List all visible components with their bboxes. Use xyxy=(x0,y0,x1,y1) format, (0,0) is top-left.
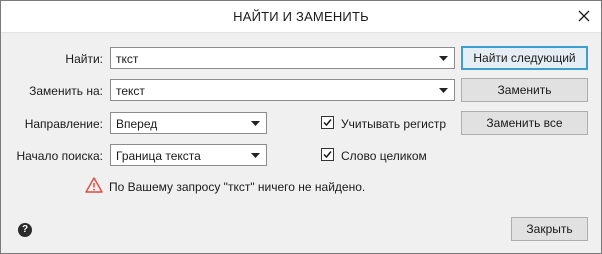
warning-icon xyxy=(85,177,103,193)
find-label: Найти: xyxy=(65,52,103,66)
replace-all-button[interactable]: Заменить все xyxy=(461,111,588,135)
whole-word-checkbox[interactable] xyxy=(321,148,334,161)
find-next-button[interactable]: Найти следующий xyxy=(461,46,588,70)
find-replace-dialog: НАЙТИ И ЗАМЕНИТЬ Найти: ткст Найти следу… xyxy=(0,0,602,254)
direction-select-value: Вперед xyxy=(116,117,158,131)
status-message: По Вашему запросу "ткст" ничего не найде… xyxy=(109,180,366,194)
search-start-select[interactable]: Граница текста xyxy=(110,144,267,166)
replace-label: Заменить на: xyxy=(29,84,103,98)
chevron-down-icon[interactable] xyxy=(439,56,448,61)
find-input[interactable]: ткст xyxy=(110,47,455,69)
help-icon[interactable]: ? xyxy=(18,223,32,237)
search-start-select-value: Граница текста xyxy=(116,149,201,163)
close-button[interactable] xyxy=(569,2,599,30)
replace-input-value: текст xyxy=(116,84,145,98)
replace-button[interactable]: Заменить xyxy=(461,78,588,102)
checkmark-icon xyxy=(323,119,332,127)
chevron-down-icon[interactable] xyxy=(251,121,260,126)
whole-word-label[interactable]: Слово целиком xyxy=(341,149,427,163)
dialog-title: НАЙТИ И ЗАМЕНИТЬ xyxy=(233,9,369,24)
chevron-down-icon[interactable] xyxy=(439,88,448,93)
direction-select[interactable]: Вперед xyxy=(110,112,267,134)
match-case-label[interactable]: Учитывать регистр xyxy=(341,117,446,131)
close-dialog-button[interactable]: Закрыть xyxy=(511,217,588,241)
search-start-label: Начало поиска: xyxy=(16,149,103,163)
find-input-value: ткст xyxy=(116,52,139,66)
close-icon xyxy=(578,10,590,22)
title-bar: НАЙТИ И ЗАМЕНИТЬ xyxy=(1,1,601,33)
match-case-checkbox[interactable] xyxy=(321,116,334,129)
checkmark-icon xyxy=(323,151,332,159)
replace-input[interactable]: текст xyxy=(110,79,455,101)
chevron-down-icon[interactable] xyxy=(251,153,260,158)
direction-label: Направление: xyxy=(24,117,103,131)
